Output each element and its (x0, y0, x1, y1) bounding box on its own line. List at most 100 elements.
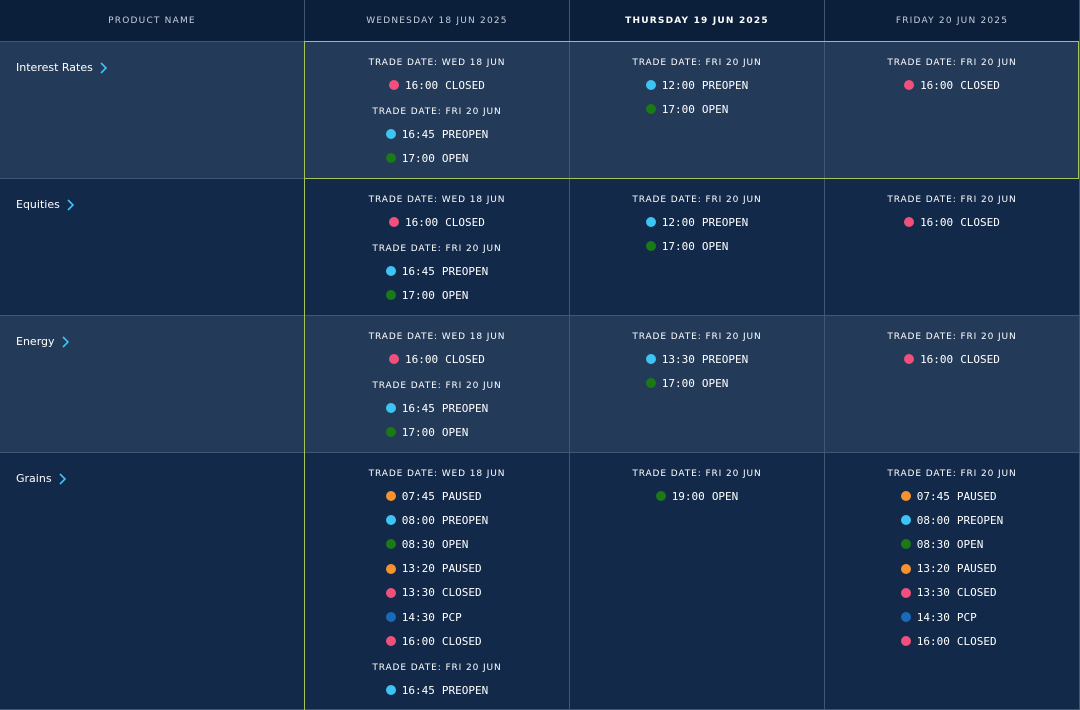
status-time: 14:30 (916, 610, 950, 624)
status-entry: 16:00 CLOSED (904, 347, 1000, 371)
product-name: Energy (16, 335, 55, 348)
status-time: 17:00 (661, 239, 695, 253)
trade-date-group: TRADE DATE: FRI 20 JUN 12:00 PREOPEN 17:00 O… (632, 194, 761, 258)
status-dot-icon (389, 217, 400, 228)
status-time: 16:45 (401, 264, 435, 278)
status-entry: 16:00 CLOSED (389, 210, 485, 234)
status-entry: 07:45 PAUSED (900, 484, 997, 508)
trade-date-label: TRADE DATE: WED 18 JUN (368, 58, 506, 68)
status-time: 12:00 (661, 215, 695, 229)
status-dot-icon (655, 491, 666, 502)
status-label: OPEN (701, 102, 729, 116)
status-label: OPEN (956, 537, 984, 551)
trade-date-group: TRADE DATE: FRI 20 JUN 16:45 PREOPEN 17:00 O… (372, 380, 501, 444)
status-entry: 16:00 CLOSED (904, 73, 1000, 97)
trade-date-group: TRADE DATE: FRI 20 JUN 19:00 OPEN (632, 468, 761, 508)
status-dot-icon (645, 378, 656, 389)
status-dot-icon (385, 685, 396, 696)
status-dot-icon (385, 427, 396, 438)
product-link-equities[interactable]: Equities (16, 198, 75, 211)
status-dot-icon (900, 563, 911, 574)
status-dot-icon (645, 241, 656, 252)
status-label: CLOSED (445, 215, 485, 229)
status-dot-icon (385, 636, 396, 647)
status-dot-icon (385, 129, 396, 140)
status-label: PREOPEN (441, 683, 489, 697)
product-link-grains[interactable]: Grains (16, 472, 67, 485)
status-label: PREOPEN (701, 352, 749, 366)
status-entry: 13:30 CLOSED (385, 581, 482, 605)
status-time: 16:00 (405, 352, 439, 366)
status-label: CLOSED (441, 634, 482, 648)
status-dot-icon (904, 80, 915, 91)
status-time: 07:45 (916, 489, 950, 503)
status-time: 13:20 (401, 562, 435, 576)
status-list: 12:00 PREOPEN 17:00 OPEN (645, 210, 748, 258)
status-label: CLOSED (960, 352, 1000, 366)
status-dot-icon (900, 515, 911, 526)
status-time: 17:00 (401, 288, 435, 302)
status-label: CLOSED (441, 586, 482, 600)
status-list: 16:00 CLOSED (389, 210, 485, 234)
status-time: 17:00 (661, 376, 695, 390)
status-time: 16:00 (920, 215, 954, 229)
status-label: CLOSED (960, 215, 1000, 229)
status-dot-icon (385, 153, 396, 164)
chevron-right-icon (100, 61, 107, 74)
status-dot-icon (389, 80, 400, 91)
status-list: 16:00 CLOSED (904, 347, 1000, 371)
status-label: OPEN (441, 288, 469, 302)
schedule-cell: TRADE DATE: FRI 20 JUN 07:45 PAUSED 08:00 PR… (825, 453, 1080, 710)
trade-date-label: TRADE DATE: FRI 20 JUN (372, 107, 502, 118)
status-time: 16:00 (920, 352, 954, 366)
product-link-interest-rates[interactable]: Interest Rates (16, 61, 108, 74)
status-dot-icon (385, 612, 396, 623)
status-entry: 08:00 PREOPEN (900, 508, 1003, 532)
trade-date-label: TRADE DATE: FRI 20 JUN (372, 244, 502, 255)
trade-date-label: TRADE DATE: WED 18 JUN (368, 469, 506, 479)
schedule-cell: TRADE DATE: FRI 20 JUN 12:00 PREOPEN 17:00 O… (570, 42, 825, 179)
trade-date-label: TRADE DATE: FRI 20 JUN (372, 663, 502, 674)
status-list: 16:00 CLOSED (904, 210, 1000, 234)
trade-date-group: TRADE DATE: FRI 20 JUN 16:00 CLOSED (887, 194, 1016, 234)
product-link-energy[interactable]: Energy (16, 335, 70, 348)
status-list: 16:00 CLOSED (389, 347, 485, 371)
trade-date-group: TRADE DATE: FRI 20 JUN 16:00 CLOSED (887, 331, 1016, 371)
status-dot-icon (904, 354, 915, 365)
product-cell-equities: Equities (0, 179, 305, 316)
header-day-wednesday: WEDNESDAY 18 JUN 2025 (305, 0, 570, 42)
status-entry: 13:20 PAUSED (900, 557, 997, 581)
schedule-cell: TRADE DATE: FRI 20 JUN 13:30 PREOPEN 17:00 O… (570, 316, 825, 453)
status-time: 16:00 (916, 634, 950, 648)
trade-date-label: TRADE DATE: WED 18 JUN (368, 332, 506, 342)
status-list: 12:00 PREOPEN 17:00 OPEN (645, 73, 748, 121)
product-cell-interest-rates: Interest Rates (0, 42, 305, 179)
schedule-cell: TRADE DATE: FRI 20 JUN 16:00 CLOSED (825, 42, 1080, 179)
status-entry: 17:00 OPEN (385, 283, 469, 307)
status-time: 13:30 (401, 586, 435, 600)
trade-date-group: TRADE DATE: WED 18 JUN 07:45 PAUSED 08:00 PR… (369, 468, 506, 653)
status-label: PAUSED (956, 489, 997, 503)
status-entry: 16:00 CLOSED (389, 347, 485, 371)
status-entry: 08:00 PREOPEN (385, 508, 488, 532)
status-dot-icon (900, 612, 911, 623)
trade-date-group: TRADE DATE: FRI 20 JUN 12:00 PREOPEN 17:00 O… (632, 57, 761, 121)
trade-date-label: TRADE DATE: FRI 20 JUN (632, 58, 762, 68)
product-name: Equities (16, 198, 60, 211)
status-label: PCP (956, 610, 977, 624)
status-entry: 13:30 PREOPEN (645, 347, 749, 371)
status-list: 13:30 PREOPEN 17:00 OPEN (645, 347, 749, 395)
status-dot-icon (900, 539, 911, 550)
status-label: OPEN (441, 425, 469, 439)
status-dot-icon (389, 354, 400, 365)
status-entry: 16:45 PREOPEN (385, 678, 489, 702)
status-label: CLOSED (956, 586, 997, 600)
status-entry: 16:00 CLOSED (389, 73, 485, 97)
status-dot-icon (385, 587, 396, 598)
product-cell-energy: Energy (0, 316, 305, 453)
status-time: 17:00 (661, 102, 695, 116)
status-time: 17:00 (401, 151, 435, 165)
status-entry: 17:00 OPEN (645, 371, 728, 395)
status-entry: 17:00 OPEN (385, 420, 469, 444)
status-time: 16:45 (401, 127, 435, 141)
